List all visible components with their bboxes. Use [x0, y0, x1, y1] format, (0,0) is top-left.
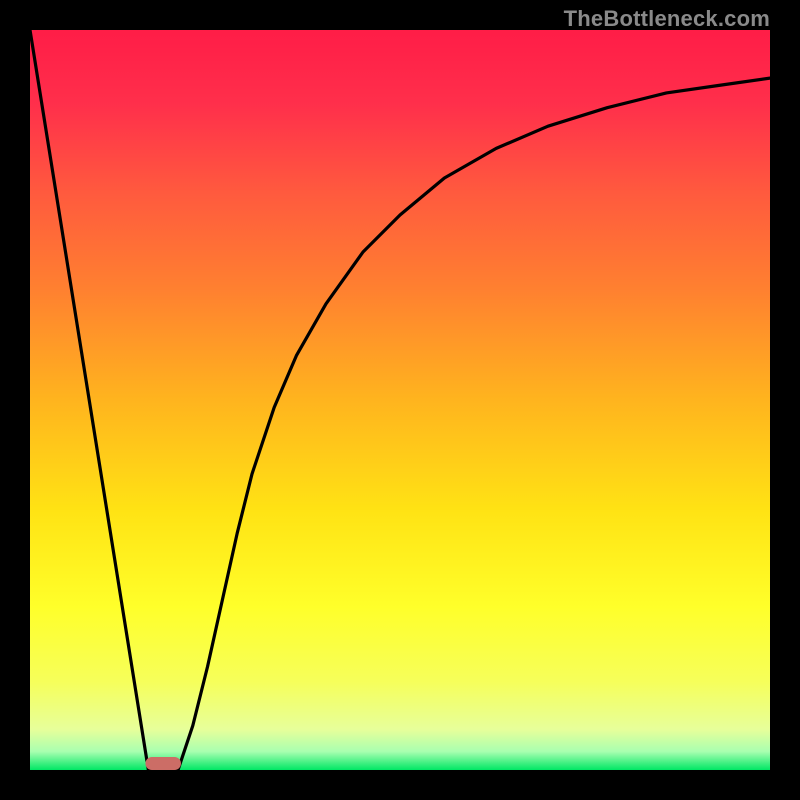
plot-area: [30, 30, 770, 770]
chart-overlay: [30, 30, 770, 770]
sweet-spot-marker: [145, 757, 181, 770]
bottleneck-curve: [30, 30, 770, 770]
chart-container: TheBottleneck.com: [0, 0, 800, 800]
watermark-label: TheBottleneck.com: [564, 6, 770, 32]
